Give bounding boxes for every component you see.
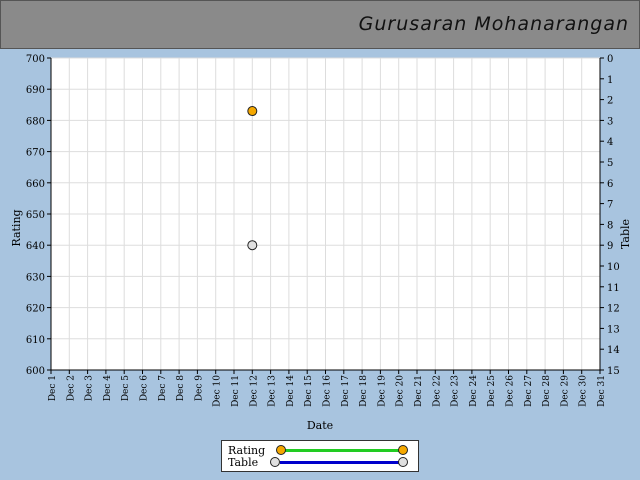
x-tick-label: Dec 14 [286,375,296,407]
y2-tick-label: 15 [607,366,620,377]
legend-line-table [280,461,400,464]
x-tick-label: Dec 21 [414,375,424,407]
y2-tick-label: 0 [607,54,613,65]
x-tick-label: Dec 10 [213,375,223,407]
legend-marker-table [270,457,280,467]
x-tick-label: Dec 11 [231,375,241,407]
x-tick-label: Dec 2 [66,375,76,401]
y-tick-label: 610 [26,335,45,346]
y2-tick-label: 2 [607,96,613,107]
x-tick-label: Dec 13 [268,375,278,407]
y-tick-label: 670 [26,148,45,159]
y2-tick-label: 8 [607,220,613,231]
y-tick-label: 690 [26,85,45,96]
y2-tick-label: 11 [607,283,620,294]
y-tick-label: 680 [26,116,45,127]
legend-label-table: Table [228,456,259,469]
x-tick-label: Dec 9 [194,375,204,401]
x-tick-label: Dec 7 [158,375,168,401]
x-tick-label: Dec 26 [506,375,516,407]
legend-marker-table [398,457,408,467]
x-tick-label: Dec 8 [176,375,186,401]
x-tick-label: Dec 20 [396,375,406,407]
x-tick-label: Dec 15 [304,375,314,407]
rating-chart: 600610620630640650660670680690700 012345… [10,54,632,432]
x-tick-label: Dec 3 [85,375,95,401]
x-tick-label: Dec 23 [451,375,461,407]
y-axis-label: Rating [10,209,23,246]
y2-tick-label: 12 [607,304,620,315]
x-tick-label: Dec 30 [579,375,589,407]
y2-tick-label: 5 [607,158,613,169]
x-tick-label: Dec 12 [249,375,259,407]
x-tick-label: Dec 19 [377,375,387,407]
y2-tick-label: 7 [607,200,613,211]
y-tick-label: 640 [26,241,45,252]
x-tick-label: Dec 24 [469,375,479,407]
y2-tick-label: 14 [607,345,620,356]
x-tick-label: Dec 5 [121,375,131,401]
chart-legend: Rating Table [221,440,419,472]
y2-tick-label: 4 [607,137,613,148]
x-tick-label: Dec 16 [323,375,333,407]
x-tick-label: Dec 18 [359,375,369,407]
y-tick-label: 700 [26,54,45,65]
x-tick-label: Dec 31 [597,375,607,407]
x-tick-label: Dec 17 [341,375,351,407]
x-axis-label: Date [307,419,333,432]
y2-tick-label: 3 [607,116,613,127]
legend-marker-rating [276,445,286,455]
y-tick-label: 630 [26,272,45,283]
y2-tick-label: 10 [607,262,620,273]
x-tick-label: Dec 27 [524,375,534,407]
y-tick-label: 650 [26,210,45,221]
x-tick-label: Dec 6 [140,375,150,401]
x-tick-label: Dec 1 [48,375,58,401]
y2-tick-label: 1 [607,75,613,86]
y2-axis-label: Table [619,219,632,249]
x-tick-label: Dec 29 [560,375,570,407]
table-point [247,240,258,251]
y2-tick-label: 13 [607,324,620,335]
legend-marker-rating [398,445,408,455]
x-tick-label: Dec 25 [487,375,497,407]
y-tick-label: 660 [26,179,45,190]
y2-tick-label: 9 [607,241,613,252]
rating-point [247,106,258,117]
legend-line-rating [280,449,400,452]
x-tick-label: Dec 28 [542,375,552,407]
x-tick-label: Dec 4 [103,375,113,401]
y-tick-label: 600 [26,366,45,377]
y2-tick-label: 6 [607,179,613,190]
x-tick-label: Dec 22 [432,375,442,407]
y-tick-label: 620 [26,304,45,315]
